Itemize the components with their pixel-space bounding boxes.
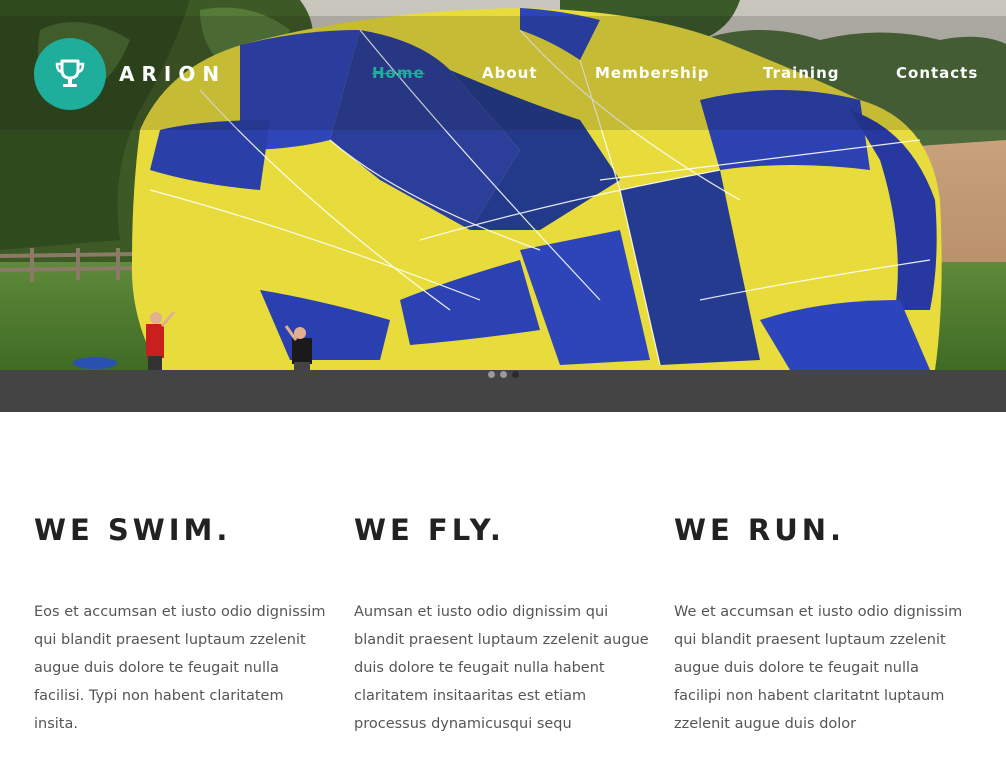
nav-item-membership[interactable]: Membership bbox=[595, 62, 710, 84]
slider-dot-3[interactable] bbox=[512, 371, 519, 378]
nav-item-contacts[interactable]: Contacts bbox=[896, 62, 978, 84]
feature-text: We et accumsan et iusto odio dignissim q… bbox=[674, 604, 963, 732]
nav-item-about[interactable]: About bbox=[482, 62, 538, 84]
feature-swim: WE SWIM. Eos et accumsan et iusto odio d… bbox=[34, 510, 326, 738]
slider-dot-1[interactable] bbox=[488, 371, 495, 378]
main-nav: Home About Membership Training Contacts bbox=[0, 62, 1006, 86]
nav-item-training[interactable]: Training bbox=[763, 62, 839, 84]
nav-item-home[interactable]: Home bbox=[372, 62, 425, 84]
feature-text: Aumsan et iusto odio dignissim qui bland… bbox=[354, 604, 649, 732]
feature-text: Eos et accumsan et iusto odio dignissim … bbox=[34, 604, 326, 732]
feature-title: WE FLY. bbox=[354, 513, 505, 547]
slider-dot-2[interactable] bbox=[500, 371, 507, 378]
feature-fly: WE FLY. Aumsan et iusto odio dignissim q… bbox=[354, 510, 654, 738]
feature-title: WE SWIM. bbox=[34, 513, 232, 547]
feature-run: WE RUN. We et accumsan et iusto odio dig… bbox=[674, 510, 966, 738]
feature-title: WE RUN. bbox=[674, 513, 846, 547]
